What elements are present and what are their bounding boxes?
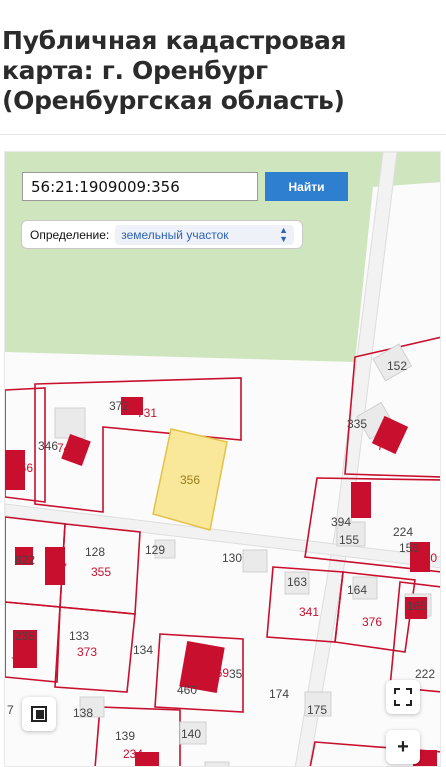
fullscreen-icon xyxy=(394,688,412,706)
parcel-label: 746 xyxy=(57,441,77,455)
parcel-label: 139 xyxy=(115,729,135,743)
parcel-label: 224 xyxy=(393,525,413,539)
layers-button[interactable] xyxy=(22,697,56,731)
parcel-label: 238 xyxy=(15,629,35,643)
definition-label: Определение: xyxy=(30,227,110,242)
fullscreen-button[interactable] xyxy=(386,680,420,714)
parcel-label: 152 xyxy=(387,359,407,373)
parcel-label: 128 xyxy=(85,545,105,559)
parcel-label: 133 xyxy=(69,629,89,643)
header-divider xyxy=(0,134,446,135)
parcel-label: 355 xyxy=(91,565,111,579)
parcel-label: 748 xyxy=(377,439,397,453)
zoom-in-button[interactable]: + xyxy=(386,730,420,764)
parcel-label: 394 xyxy=(331,515,351,529)
parcel-label: 234 xyxy=(123,747,143,761)
parcel-label: 790 xyxy=(417,551,437,565)
layers-icon xyxy=(31,706,47,722)
parcel-label: 822 xyxy=(15,553,35,567)
page-title: Публичная кадастровая карта: г. Оренбург… xyxy=(2,26,347,115)
parcel-label: 767 xyxy=(47,561,67,575)
parcel-label: 174 xyxy=(269,687,289,701)
definition-selected-value: земельный участок xyxy=(121,227,229,242)
search-button[interactable]: Найти xyxy=(265,172,348,201)
parcel-label: 7 xyxy=(7,703,14,717)
chevron-updown-icon: ▲ ▼ xyxy=(279,224,288,244)
parcel-label: 134 xyxy=(133,643,153,657)
parcel-label: 35 xyxy=(229,667,243,681)
parcel-label: 356 xyxy=(180,473,200,487)
parcel-label: 175 xyxy=(307,703,327,717)
parcel-label: 155 xyxy=(339,533,359,547)
parcel-label: 731 xyxy=(137,406,157,420)
definition-select[interactable]: земельный участок ▲ ▼ xyxy=(115,224,294,245)
parcel-label: 346 xyxy=(38,439,58,453)
parcel-label: 756 xyxy=(13,461,33,475)
parcel-label: 376 xyxy=(362,615,382,629)
parcel-label: 372 xyxy=(109,399,129,413)
definition-box: Определение: земельный участок ▲ ▼ xyxy=(21,220,303,249)
parcel-label: 163 xyxy=(287,575,307,589)
parcel-label: 129 xyxy=(145,543,165,557)
parcel-label: 335 xyxy=(347,417,367,431)
parcel-label: 165 xyxy=(407,599,427,613)
parcel-label: 373 xyxy=(77,645,97,659)
parcel-label: 130 xyxy=(222,551,242,565)
parcel-label: 164 xyxy=(347,583,367,597)
parcel-label: 222 xyxy=(415,667,435,681)
parcel-label: 138 xyxy=(73,706,93,720)
parcel-label: 140 xyxy=(181,727,201,741)
parcel-label: 341 xyxy=(299,605,319,619)
parcel-label: 460 xyxy=(177,683,197,697)
search-input[interactable]: 56:21:1909009:356 xyxy=(22,172,258,201)
parcel-label: 769 xyxy=(209,666,229,680)
parcel-label: 740 xyxy=(11,655,31,669)
